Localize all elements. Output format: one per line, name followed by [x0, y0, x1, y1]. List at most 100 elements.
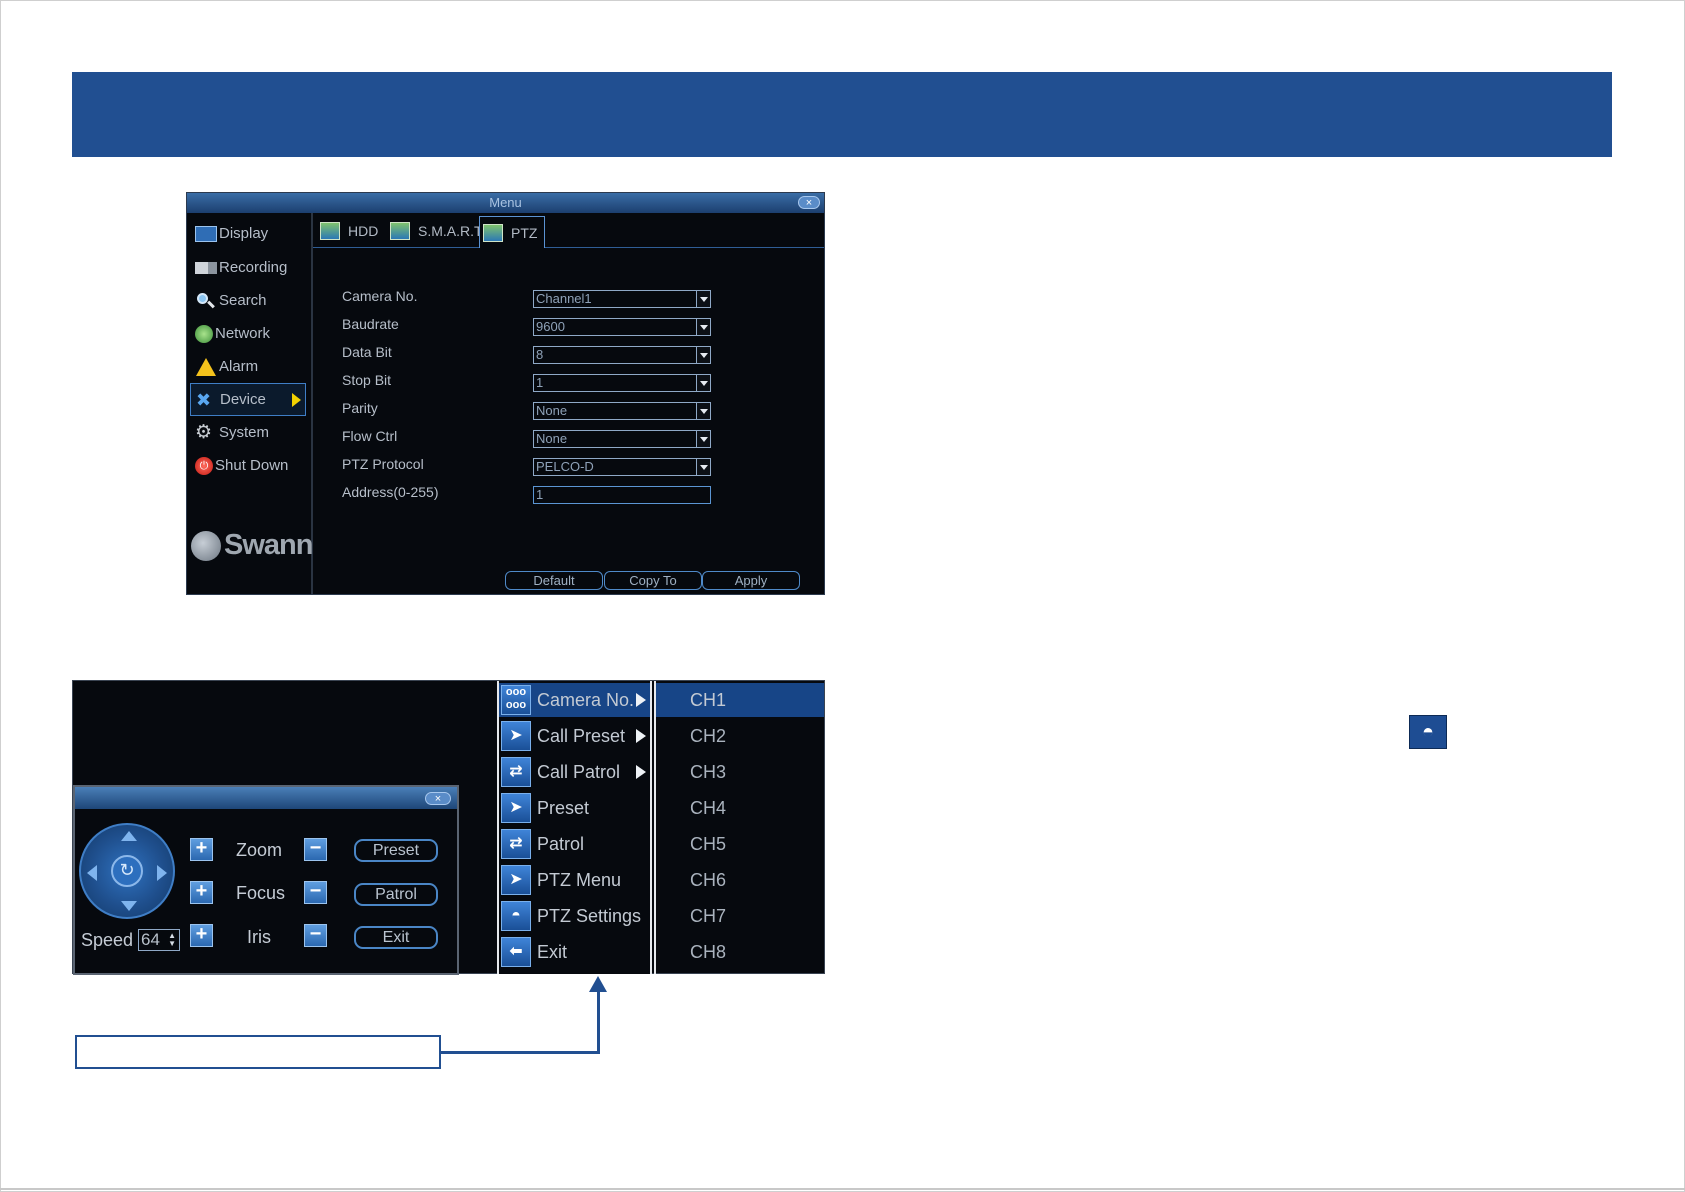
logo-text: Swann	[224, 529, 313, 561]
menu-window: Menu × Display Recording Search Network …	[186, 192, 825, 595]
dropdown-arrow-icon[interactable]	[696, 347, 710, 363]
channel-item[interactable]: CH6	[656, 863, 824, 897]
submenu-arrow-icon	[636, 693, 646, 707]
swann-logo: Swann	[191, 529, 313, 562]
sidebar-item-system[interactable]: ⚙ System	[190, 416, 306, 449]
select-value: Channel1	[536, 291, 592, 306]
zoom-in-button[interactable]: +	[190, 838, 213, 861]
menu-item-preset[interactable]: ➤ Preset	[499, 791, 650, 825]
menu-item-exit[interactable]: ⬅ Exit	[499, 935, 650, 969]
field-label: Stop Bit	[342, 372, 392, 388]
menu-item-label: PTZ Settings	[537, 905, 642, 926]
patrol-button[interactable]: Patrol	[354, 883, 438, 906]
dropdown-arrow-icon[interactable]	[696, 291, 710, 307]
focus-near-button[interactable]: +	[190, 881, 213, 904]
close-button[interactable]: ×	[425, 792, 451, 805]
data-bit-select[interactable]: 8	[533, 346, 711, 364]
channel-item[interactable]: CH7	[656, 899, 824, 933]
copy-to-button[interactable]: Copy To	[604, 571, 702, 590]
select-value: 1	[536, 375, 544, 390]
submenu-arrow-icon	[636, 729, 646, 743]
select-value: None	[536, 403, 568, 418]
dropdown-arrow-icon[interactable]	[696, 459, 710, 475]
address-input[interactable]: 1	[533, 486, 711, 504]
auto-rotate-icon[interactable]: ↻	[111, 855, 143, 887]
channel-item[interactable]: CH3	[656, 755, 824, 789]
pan-down-icon[interactable]	[121, 901, 137, 911]
field-label: Parity	[342, 400, 378, 416]
speed-stepper[interactable]: 64 ▲ ▼	[138, 929, 180, 951]
sidebar-item-device[interactable]: ✖ Device	[190, 383, 306, 416]
callout-box	[75, 1035, 441, 1069]
tab-hdd[interactable]: HDD	[317, 216, 378, 245]
arrows-icon: ⇄	[501, 757, 531, 787]
pan-right-icon[interactable]	[157, 865, 167, 881]
sidebar-item-label: Network	[215, 325, 271, 342]
focus-far-button[interactable]: −	[304, 881, 327, 904]
iris-open-button[interactable]: +	[190, 924, 213, 947]
dropdown-arrow-icon[interactable]	[696, 375, 710, 391]
stepper-arrows-icon[interactable]: ▲ ▼	[168, 932, 176, 948]
channel-item[interactable]: CH1	[656, 683, 824, 717]
ptz-tab-icon	[483, 223, 503, 242]
sidebar-item-shut-down[interactable]: ⏻ Shut Down	[190, 449, 306, 482]
ptz-titlebar[interactable]: ×	[75, 787, 457, 809]
sidebar-item-network[interactable]: Network	[190, 317, 306, 350]
dropdown-arrow-icon[interactable]	[696, 431, 710, 447]
close-button[interactable]: ×	[798, 196, 820, 209]
speed-label: Speed	[81, 930, 134, 950]
baudrate-select[interactable]: 9600	[533, 318, 711, 336]
channel-submenu: CH1 CH2 CH3 CH4 CH5 CH6 CH7 CH8	[654, 681, 824, 974]
stop-bit-select[interactable]: 1	[533, 374, 711, 392]
sidebar-item-recording[interactable]: Recording	[190, 251, 306, 284]
pan-left-icon[interactable]	[87, 865, 97, 881]
menu-item-camera-no[interactable]: ooo ooo Camera No.	[499, 683, 650, 717]
header-banner	[72, 72, 1612, 157]
menu-item-label: Patrol	[537, 833, 585, 854]
sidebar-item-search[interactable]: Search	[190, 284, 306, 317]
channel-item[interactable]: CH2	[656, 719, 824, 753]
flow-ctrl-select[interactable]: None	[533, 430, 711, 448]
sidebar-item-alarm[interactable]: Alarm	[190, 350, 306, 383]
select-value: None	[536, 431, 568, 446]
channel-item[interactable]: CH4	[656, 791, 824, 825]
preset-button[interactable]: Preset	[354, 839, 438, 862]
alarm-icon	[195, 357, 217, 376]
callout-arrowhead-icon	[589, 976, 607, 992]
iris-close-button[interactable]: −	[304, 924, 327, 947]
arrows-icon: ⇄	[501, 829, 531, 859]
tab-smart[interactable]: S.M.A.R.T	[387, 216, 483, 245]
cursor-icon: ➤	[501, 865, 531, 895]
gear-icon: ⚙	[195, 421, 213, 443]
callout-connector	[441, 1051, 599, 1054]
exit-button[interactable]: Exit	[354, 926, 438, 949]
menu-item-label: Preset	[537, 797, 590, 818]
field-label: Address(0-255)	[342, 484, 439, 500]
camera-no-select[interactable]: Channel1	[533, 290, 711, 308]
sidebar-item-label: Display	[219, 225, 269, 242]
dropdown-arrow-icon[interactable]	[696, 403, 710, 419]
menu-item-call-patrol[interactable]: ⇄ Call Patrol	[499, 755, 650, 789]
menu-item-ptz-menu[interactable]: ➤ PTZ Menu	[499, 863, 650, 897]
direction-pad[interactable]: ↻	[79, 823, 175, 919]
menu-item-call-preset[interactable]: ➤ Call Preset	[499, 719, 650, 753]
parity-select[interactable]: None	[533, 402, 711, 420]
pan-up-icon[interactable]	[121, 831, 137, 841]
tab-ptz[interactable]: PTZ	[479, 216, 546, 248]
search-icon	[195, 292, 217, 310]
close-icon: ×	[434, 793, 442, 805]
menu-item-ptz-settings[interactable]: ◓ PTZ Settings	[499, 899, 650, 933]
ptz-screen: × ↻ + Zoom − Preset + Focus − Patrol Spe…	[72, 680, 825, 975]
zoom-out-button[interactable]: −	[304, 838, 327, 861]
sidebar-item-label: Shut Down	[215, 457, 289, 474]
default-button[interactable]: Default	[505, 571, 603, 590]
apply-button[interactable]: Apply	[702, 571, 800, 590]
channel-item[interactable]: CH8	[656, 935, 824, 969]
menu-item-label: Call Preset	[537, 725, 626, 746]
menu-item-patrol[interactable]: ⇄ Patrol	[499, 827, 650, 861]
sidebar-item-display[interactable]: Display	[190, 217, 306, 250]
dropdown-arrow-icon[interactable]	[696, 319, 710, 335]
network-icon	[195, 324, 213, 343]
channel-item[interactable]: CH5	[656, 827, 824, 861]
ptz-protocol-select[interactable]: PELCO-D	[533, 458, 711, 476]
